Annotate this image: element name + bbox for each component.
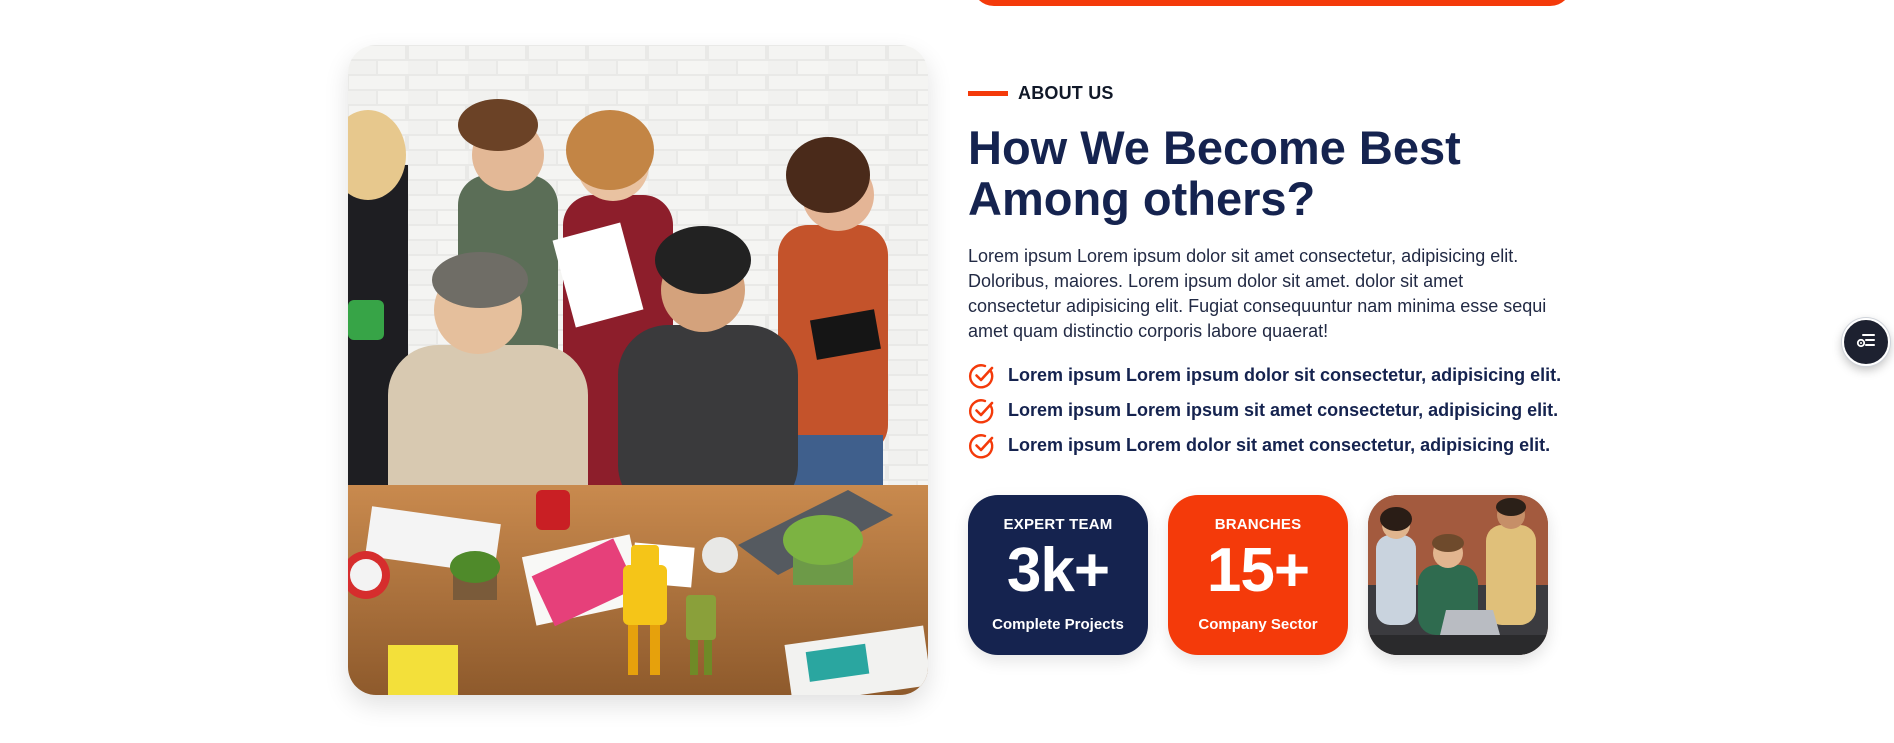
team-collaboration-photo (348, 45, 928, 695)
top-cta-bar[interactable] (972, 0, 1572, 6)
about-content: ABOUT US How We Become Best Among others… (968, 82, 1562, 463)
check-circle-icon (968, 432, 996, 460)
section-paragraph: Lorem ipsum Lorem ipsum dolor sit amet c… (968, 246, 1547, 341)
stat-value: 3k+ (1006, 536, 1110, 605)
about-section: ABOUT US How We Become Best Among others… (0, 0, 1894, 743)
check-circle-icon (968, 397, 996, 425)
settings-float-button[interactable] (1842, 318, 1890, 366)
team-celebration-photo (1368, 495, 1548, 655)
checklist-item: Lorem ipsum Lorem dolor sit amet consect… (968, 428, 1558, 463)
check-circle-icon (968, 362, 996, 390)
checklist-text: Lorem ipsum Lorem dolor sit amet consect… (1008, 435, 1551, 455)
eyebrow-accent-line (968, 90, 1008, 96)
checklist-item: Lorem ipsum Lorem ipsum sit amet consect… (968, 393, 1558, 428)
eyebrow-label: ABOUT US (1018, 82, 1114, 103)
stat-card-branches: BRANCHES 15+ Company Sector (1168, 495, 1348, 655)
heading-line-1: How We Become Best (968, 121, 1461, 174)
checklist-text: Lorem ipsum Lorem ipsum sit amet consect… (1008, 400, 1559, 420)
stat-caption: Company Sector (1198, 616, 1318, 633)
feature-checklist: Lorem ipsum Lorem ipsum dolor sit consec… (968, 358, 1562, 463)
section-eyebrow: ABOUT US (968, 82, 1558, 104)
stat-label: EXPERT TEAM (1003, 516, 1113, 533)
stat-label: BRANCHES (1214, 516, 1302, 533)
checklist-item: Lorem ipsum Lorem ipsum dolor sit consec… (968, 358, 1562, 393)
stat-value: 15+ (1206, 536, 1310, 605)
heading-line-2: Among others? (968, 172, 1316, 225)
checklist-text: Lorem ipsum Lorem ipsum dolor sit consec… (1008, 365, 1562, 385)
stat-caption: Complete Projects (992, 616, 1124, 633)
stat-card-expert-team: EXPERT TEAM 3k+ Complete Projects (968, 495, 1148, 655)
settings-menu-icon (1855, 329, 1877, 356)
section-heading: How We Become Best Among others? (968, 122, 1558, 224)
